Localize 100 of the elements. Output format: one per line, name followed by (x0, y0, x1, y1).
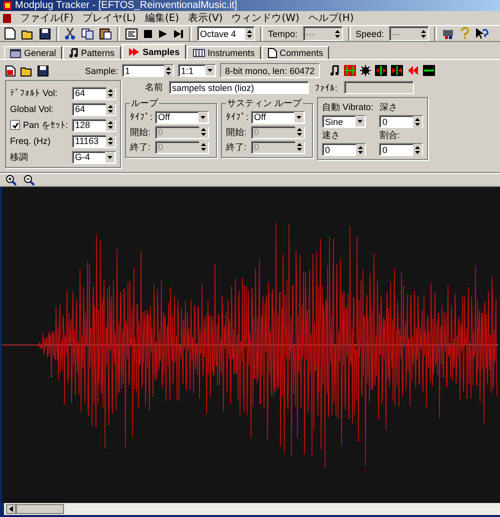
caret-icon[interactable] (198, 112, 208, 122)
tab[interactable]: Samples (122, 44, 186, 59)
vibrato-dropdown[interactable]: Sine (322, 115, 366, 128)
spin-arrows-icon[interactable] (356, 144, 365, 156)
menu-item[interactable]: 編集(E) (144, 11, 180, 25)
zoom-out-icon[interactable] (23, 174, 35, 186)
file-label: ﾌｧｲﾙ: (315, 82, 338, 92)
loop-marker-icon[interactable] (344, 65, 356, 76)
dropdown[interactable]: G-4 (72, 150, 116, 164)
depth-label: 深さ (379, 101, 398, 114)
silence-icon[interactable] (422, 65, 435, 76)
sample-info: 8-bit mono, len: 60472 (220, 63, 320, 78)
spin-arrows-icon[interactable] (106, 135, 115, 147)
ratio-dropdown[interactable]: 1:1 (178, 64, 216, 77)
spin-arrows-icon[interactable] (164, 64, 174, 76)
group-title: サスティン ループ (226, 97, 303, 110)
play-pattern-icon[interactable] (173, 28, 184, 38)
name-field[interactable]: sampels stolen (lioz) (169, 81, 309, 94)
menu-item[interactable]: プレイヤ(L) (82, 11, 136, 25)
caret-icon[interactable] (105, 152, 115, 162)
pattern-icon[interactable] (125, 28, 138, 40)
spin-arrows-icon[interactable] (413, 116, 422, 128)
spin-arrows-icon[interactable] (332, 28, 342, 40)
vibrato-label: 自動 Vibrato: (322, 101, 374, 114)
field-label: ﾀｲﾌﾟ: (226, 112, 248, 122)
speed-label: Speed: (356, 28, 384, 38)
spin-arrows-icon[interactable] (199, 126, 208, 138)
context-help-icon[interactable] (475, 27, 490, 40)
window-title: Modplug Tracker - [EFTOS_ReinventionalMusic.it] (15, 0, 238, 11)
group-title: ループ (130, 97, 159, 110)
app-icon (3, 1, 12, 10)
field-label: 終了: (130, 140, 152, 154)
expand-icon[interactable] (374, 65, 387, 76)
tempo-label: Tempo: (268, 28, 298, 38)
speed-field[interactable]: 0 (322, 143, 366, 156)
save-icon[interactable] (39, 28, 51, 40)
sample-field[interactable]: 1 (122, 64, 174, 77)
number-field[interactable]: 64 (72, 102, 116, 116)
menu-item[interactable]: 表示(V) (188, 11, 223, 25)
new-sample-icon[interactable] (5, 64, 16, 76)
sample-label: Sample: (85, 66, 118, 76)
caret-icon[interactable] (355, 116, 365, 127)
number-field[interactable]: 64 (72, 86, 116, 100)
field-label: 開始: (226, 126, 248, 138)
dropdown[interactable]: Off (155, 110, 209, 124)
menu-item[interactable]: ヘルプ(H) (308, 11, 354, 25)
octave-field[interactable]: Octave 4 (197, 26, 255, 41)
scroll-thumb[interactable] (16, 504, 64, 514)
open-folder-icon[interactable] (21, 28, 34, 40)
tab[interactable]: General (4, 46, 62, 59)
field-label: Pan をｾｯﾄ: (23, 118, 69, 132)
spin-arrows-icon[interactable] (106, 87, 115, 99)
zoom-in-icon[interactable] (5, 174, 17, 186)
save-icon[interactable] (37, 64, 49, 76)
window-icon (10, 48, 21, 58)
stop-icon[interactable] (143, 28, 153, 38)
rate-label: 割合: (379, 129, 401, 142)
document-icon (3, 14, 11, 22)
field-label: ﾃﾞﾌｫﾙﾄ Vol: (10, 88, 59, 98)
shrink-icon[interactable] (390, 65, 403, 76)
spin-arrows-icon[interactable] (419, 28, 428, 40)
field-label: Freq. (Hz) (10, 136, 52, 146)
tab[interactable]: Patterns (63, 46, 121, 59)
spin-arrows-icon[interactable] (413, 144, 422, 156)
depth-field[interactable]: 0 (379, 115, 424, 128)
tab[interactable]: Instruments (186, 46, 261, 59)
burst-icon[interactable] (360, 65, 371, 76)
new-file-icon[interactable] (4, 27, 16, 40)
copy-icon[interactable] (81, 28, 94, 40)
scroll-left-icon[interactable] (6, 504, 16, 514)
menu-item[interactable]: ウィンドウ(W) (232, 11, 300, 25)
tab[interactable]: Comments (262, 46, 330, 59)
caret-icon[interactable] (205, 65, 216, 76)
spin-arrows-icon[interactable] (295, 141, 304, 153)
music-note-icon[interactable] (330, 65, 340, 76)
number-field[interactable]: 11163 (72, 134, 116, 148)
field-label: 開始: (130, 126, 152, 138)
spin-arrows-icon[interactable] (199, 141, 208, 153)
settings-icon[interactable] (442, 28, 456, 40)
rate-field[interactable]: 0 (379, 143, 424, 156)
open-folder-icon[interactable] (20, 64, 33, 76)
caret-icon[interactable] (294, 112, 304, 122)
field-label: ﾀｲﾌﾟ: (130, 112, 152, 122)
field-label: 移調 (10, 150, 29, 164)
field-label: 終了: (226, 140, 248, 154)
spin-arrows-icon[interactable] (295, 126, 304, 138)
paste-icon[interactable] (99, 27, 112, 40)
spin-arrows-icon[interactable] (106, 119, 115, 131)
dropdown[interactable]: Off (251, 110, 305, 124)
name-label: 名前 (145, 81, 163, 94)
spin-arrows-icon[interactable] (106, 103, 115, 115)
spin-arrows-icon[interactable] (245, 28, 254, 40)
cut-icon[interactable] (64, 27, 76, 40)
number-field[interactable]: 128 (72, 118, 116, 132)
horizontal-scrollbar[interactable] (0, 503, 500, 515)
speed-label: 速さ (322, 129, 341, 142)
menu-item[interactable]: ファイル(F) (20, 11, 74, 25)
play-icon[interactable] (158, 28, 168, 38)
file-field[interactable] (344, 81, 414, 94)
checkbox[interactable] (10, 120, 20, 130)
